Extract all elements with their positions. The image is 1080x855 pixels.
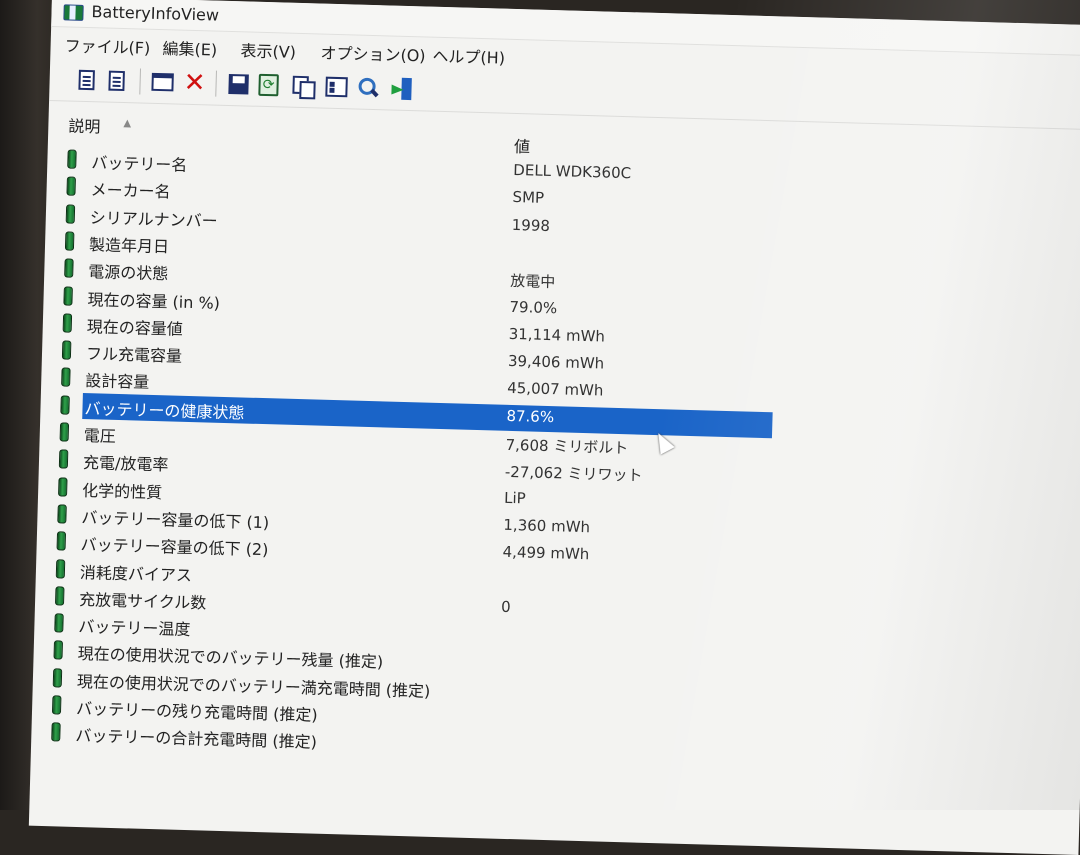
list-item-value: -27,062 ミリワット (504, 463, 643, 485)
window-title: BatteryInfoView (91, 2, 220, 25)
battery-icon (58, 476, 68, 497)
menu-help[interactable]: ヘルプ(H) (432, 43, 505, 69)
advanced-options-icon (151, 72, 174, 92)
list-item-label: メーカー名 (90, 180, 171, 202)
list-item-value: 79.0% (509, 297, 558, 317)
list-item-label: 充電/放電率 (82, 453, 169, 475)
find-icon (358, 78, 379, 99)
battery-icon (56, 531, 67, 551)
properties-icon (325, 76, 348, 98)
list-item-value: 1998 (511, 215, 551, 235)
battery-icon (51, 722, 61, 742)
list-item-label: 化学的性質 (81, 480, 163, 502)
list-item-value: 0 (500, 597, 511, 616)
menu-view[interactable]: 表示(V) (240, 37, 296, 63)
battery-icon (64, 231, 75, 251)
battery-icon (67, 149, 77, 169)
battery-info-list: 説明 ▲ 値 バッテリー名 DELL WDK360C メーカー名 SMP シリアルナンバ… (29, 102, 1080, 851)
battery-icon (61, 340, 72, 360)
app-window: BatteryInfoView ファイル(F) 編集(E) 表示(V) オプショ… (28, 0, 1080, 855)
battery-icon (65, 204, 76, 224)
toolbar-separator (215, 70, 217, 97)
battery-icon (58, 449, 69, 469)
list-item-value: 放電中 (509, 272, 556, 292)
list-item-value: 39,406 mWh (507, 351, 605, 373)
toolbar-separator (139, 68, 142, 95)
list-item-label: 製造年月日 (88, 235, 170, 257)
list-item-value: 45,007 mWh (506, 379, 604, 400)
clear-button[interactable]: ✕ (181, 67, 208, 99)
battery-icon (64, 258, 74, 278)
battery-icon (54, 613, 64, 633)
battery-info-view-icon (78, 69, 95, 91)
list-item-label: 電圧 (83, 426, 117, 446)
copy-icon (292, 76, 313, 97)
battery-icon (53, 640, 63, 660)
save-button[interactable] (225, 71, 252, 98)
battery-icon (66, 176, 76, 197)
list-item-value: 1,360 mWh (503, 515, 591, 537)
list-item-value: LiP (503, 488, 526, 508)
find-button[interactable] (355, 75, 382, 102)
battery-icon (54, 586, 65, 606)
list-item-label: バッテリー温度 (78, 617, 191, 640)
copy-button[interactable] (289, 73, 316, 100)
app-icon (63, 4, 84, 21)
list-item-value: 7,608 ミリボルト (505, 435, 629, 458)
menu-edit[interactable]: 編集(E) (162, 35, 217, 61)
battery-icon (51, 695, 62, 715)
list-item-label: 充放電サイクル数 (78, 589, 207, 613)
list-item-label: バッテリー名 (91, 153, 188, 175)
battery-icon (55, 558, 66, 579)
battery-icon (63, 285, 73, 306)
list-item-label: 設計容量 (84, 371, 150, 393)
list-item-label: フル充電容量 (85, 344, 183, 366)
log-view-button[interactable] (103, 67, 130, 94)
column-header-value[interactable]: 値 (514, 133, 531, 157)
log-view-icon (108, 70, 125, 92)
list-item-label: バッテリー容量の低下 (2) (80, 535, 269, 560)
list-item-label: 消耗度バイアス (79, 562, 193, 585)
list-item-label: シリアルナンバー (89, 207, 218, 231)
list-item-value: 31,114 mWh (508, 324, 606, 346)
advanced-options-button[interactable] (149, 69, 176, 96)
battery-icon (57, 504, 67, 524)
list-item-value: 4,499 mWh (502, 542, 590, 564)
list-item-label: 現在の容量 (in %) (87, 289, 221, 313)
list-item-label: 電源の状態 (88, 262, 169, 284)
exit-button[interactable] (389, 75, 416, 102)
menu-options[interactable]: オプション(O) (320, 40, 426, 67)
clear-icon: ✕ (183, 67, 206, 99)
properties-button[interactable] (323, 74, 350, 101)
refresh-button[interactable]: ⟳ (255, 72, 282, 99)
exit-icon (391, 78, 414, 101)
list-item-label: バッテリーの健康状態 (84, 398, 245, 423)
list-item-value: SMP (512, 188, 545, 208)
column-header-description[interactable]: 説明 (68, 113, 101, 138)
list-item-label: 現在の容量値 (86, 316, 184, 339)
list-item-value: DELL WDK360C (513, 160, 632, 183)
battery-icon (61, 367, 71, 388)
menu-file[interactable]: ファイル(F) (64, 32, 150, 58)
list-item-value: 87.6% (506, 406, 555, 426)
battery-icon (52, 667, 63, 688)
battery-icon (60, 395, 70, 415)
refresh-icon: ⟳ (258, 73, 279, 97)
battery-info-view-button[interactable] (73, 67, 100, 94)
battery-icon (59, 422, 70, 442)
battery-icon (62, 313, 73, 333)
list-item-label: バッテリー容量の低下 (1) (81, 507, 270, 533)
sort-indicator-icon: ▲ (123, 118, 132, 130)
save-icon (228, 73, 249, 95)
list-item-label: バッテリーの合計充電時間 (推定) (75, 726, 318, 752)
